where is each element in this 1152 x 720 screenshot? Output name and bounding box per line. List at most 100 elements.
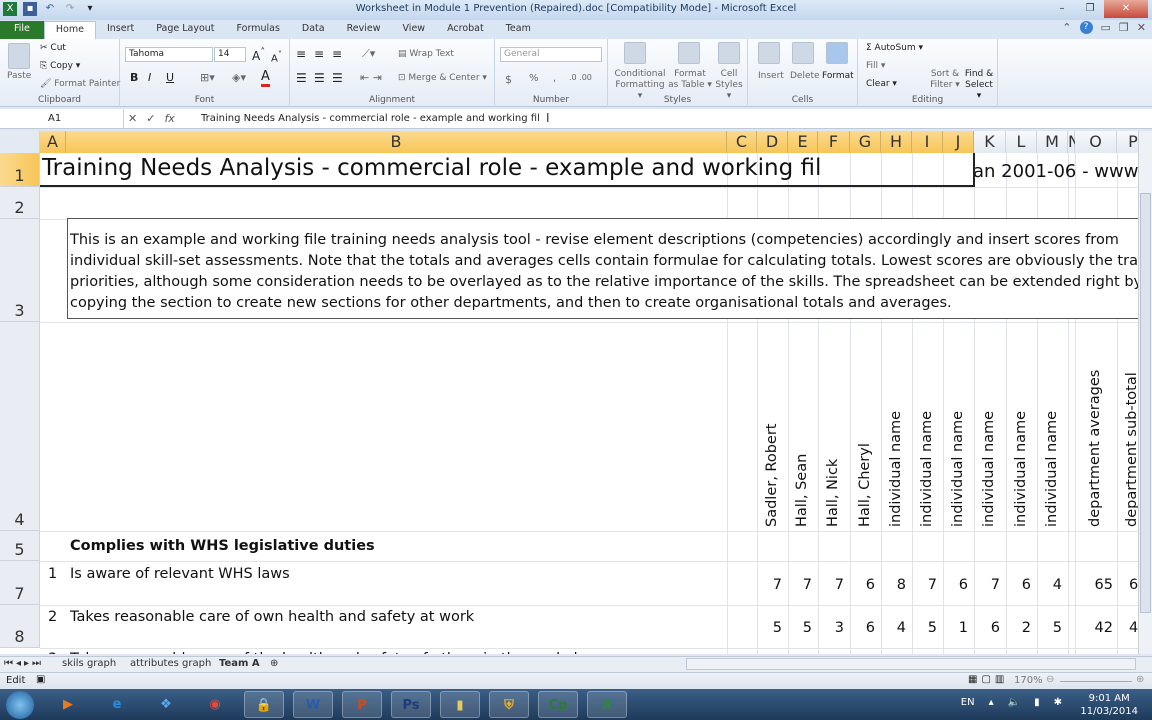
column-header-h[interactable]: H [881, 131, 912, 153]
column-header-d[interactable]: D [757, 131, 788, 153]
column-header-c[interactable]: C [727, 131, 757, 153]
sheet-tab-attributes-graph[interactable]: attributes graph [130, 658, 211, 669]
sheet-nav-buttons[interactable]: ⏮◂▸⏭ [4, 658, 44, 669]
tab-review[interactable]: Review [336, 21, 392, 39]
comma-button[interactable]: , [553, 73, 556, 84]
row-header-3[interactable]: 3 [0, 219, 40, 322]
align-middle-button[interactable]: ≡ [314, 47, 324, 61]
font-size-select[interactable]: 14 [214, 47, 246, 62]
doc-restore-icon[interactable]: ❐ [1119, 21, 1129, 34]
score-cell[interactable]: 6 [943, 577, 968, 593]
align-left-button[interactable]: ☰ [296, 71, 307, 85]
tab-formulas[interactable]: Formulas [226, 21, 291, 39]
item-description[interactable]: Takes reasonable care of own health and … [70, 609, 474, 625]
person-column-header[interactable]: Sadler, Robert [764, 322, 780, 528]
zoom-out-icon[interactable]: ⊖ [1046, 674, 1054, 685]
align-bottom-button[interactable]: ≡ [332, 47, 342, 61]
score-cell[interactable]: 5 [757, 620, 782, 636]
worksheet-grid[interactable]: ABCDEFGHIJKLMNOP 1 2 3 4 5 7 8 Training … [0, 131, 1138, 654]
score-cell[interactable]: 7 [912, 577, 937, 593]
fill-color-button[interactable]: ◈▾ [232, 71, 246, 84]
sheet-tab-skils-graph[interactable]: skils graph [62, 658, 116, 669]
score-cell[interactable]: 7 [818, 577, 844, 593]
row-header-2[interactable]: 2 [0, 187, 40, 219]
column-header-o[interactable]: O [1075, 131, 1117, 153]
chrome-icon[interactable]: ◉ [195, 691, 235, 718]
score-cell[interactable]: 7 [788, 577, 812, 593]
show-hidden-icons[interactable]: ▴ [989, 697, 994, 708]
department-subtotal-cell[interactable]: 4 [1129, 620, 1138, 636]
person-column-header[interactable]: individual name [981, 322, 997, 527]
orientation-button[interactable]: ⟋▾ [362, 47, 375, 61]
column-header-f[interactable]: F [818, 131, 850, 153]
grow-font-button[interactable]: A˄ [252, 47, 265, 63]
copy-button[interactable]: ⎘ Copy ▾ [40, 61, 80, 71]
column-header-l[interactable]: L [1006, 131, 1037, 153]
zoom-slider[interactable] [1060, 681, 1132, 682]
column-header-p[interactable]: P [1117, 131, 1138, 153]
view-buttons[interactable]: ▦▢▥ [968, 674, 1008, 685]
align-right-button[interactable]: ☰ [332, 71, 343, 85]
captivate-icon[interactable]: Cp [538, 691, 578, 718]
cancel-icon[interactable]: ✕ [128, 110, 137, 127]
tab-page-layout[interactable]: Page Layout [145, 21, 225, 39]
score-cell[interactable]: 4 [881, 620, 906, 636]
language-indicator[interactable]: EN [961, 697, 975, 708]
score-cell[interactable]: 8 [881, 577, 906, 593]
merge-center-button[interactable]: ⊡ Merge & Center ▾ [398, 73, 487, 83]
score-cell[interactable]: 6 [850, 577, 875, 593]
powerpoint-icon[interactable]: P [342, 691, 382, 718]
paste-button[interactable]: Paste [7, 71, 31, 81]
column-header-i[interactable]: I [912, 131, 943, 153]
person-column-header[interactable]: Hall, Cheryl [857, 322, 873, 527]
power-icon[interactable]: ▮ [1034, 697, 1040, 708]
wrap-text-button[interactable]: ▤ Wrap Text [398, 49, 454, 59]
column-header-a[interactable]: A [40, 131, 66, 153]
delete-cells-button[interactable]: Delete [790, 71, 820, 81]
excel-icon[interactable]: X [587, 691, 627, 718]
font-name-select[interactable]: Tahoma [125, 47, 213, 62]
tab-view[interactable]: View [392, 21, 437, 39]
sort-filter-button[interactable]: Sort & Filter ▾ [930, 69, 960, 91]
score-cell[interactable]: 2 [1006, 620, 1031, 636]
item-description[interactable]: Takes reasonable care of the health and … [70, 651, 604, 654]
summary-column-header[interactable]: department sub-total [1124, 322, 1138, 527]
person-column-header[interactable]: individual name [1013, 322, 1029, 527]
tab-data[interactable]: Data [291, 21, 336, 39]
department-average-cell[interactable]: 65 [1075, 577, 1113, 593]
decimal-buttons[interactable]: .0 .00 [569, 73, 592, 82]
person-column-header[interactable]: Hall, Sean [794, 322, 810, 527]
vertical-scrollbar[interactable] [1138, 131, 1152, 654]
italic-button[interactable]: I [148, 71, 151, 84]
score-cell[interactable]: 6 [1006, 577, 1031, 593]
horizontal-scrollbar[interactable] [686, 658, 1136, 670]
score-cell[interactable]: 5 [1037, 620, 1062, 636]
score-cell[interactable]: 6 [850, 620, 875, 636]
align-top-button[interactable]: ≡ [296, 47, 306, 61]
description-cell[interactable]: This is an example and working file trai… [67, 218, 1138, 319]
score-cell[interactable]: 7 [974, 577, 1000, 593]
format-cells-button[interactable]: Format [822, 71, 854, 81]
format-as-table-button[interactable]: Format as Table ▾ [668, 69, 712, 91]
summary-column-header[interactable]: department averages [1087, 322, 1103, 527]
formula-input[interactable]: Training Needs Analysis - commercial rol… [201, 109, 540, 128]
start-button[interactable] [6, 691, 34, 719]
score-cell[interactable]: 6 [974, 620, 1000, 636]
currency-button[interactable]: $ [505, 73, 512, 86]
score-cell[interactable]: 4 [1037, 577, 1062, 593]
volume-icon[interactable]: 🔈 [1008, 697, 1020, 708]
number-format-select[interactable]: General [500, 47, 602, 62]
doc-close-icon[interactable]: ✕ [1137, 21, 1146, 34]
insert-cells-button[interactable]: Insert [758, 71, 784, 81]
tab-file[interactable]: File [0, 21, 44, 39]
insert-sheet-icon[interactable]: ⊕ [270, 658, 278, 669]
cut-button[interactable]: ✂ Cut [40, 43, 66, 53]
media-player-icon[interactable]: ▶ [48, 691, 88, 718]
column-header-m[interactable]: M [1037, 131, 1068, 153]
zoom-level[interactable]: 170% [1014, 675, 1043, 686]
section-heading[interactable]: Complies with WHS legislative duties [70, 538, 375, 554]
column-header-g[interactable]: G [850, 131, 881, 153]
row-header-7[interactable]: 7 [0, 561, 40, 605]
clear-button[interactable]: Clear ▾ [866, 79, 897, 89]
autosum-button[interactable]: Σ AutoSum ▾ [866, 43, 923, 53]
